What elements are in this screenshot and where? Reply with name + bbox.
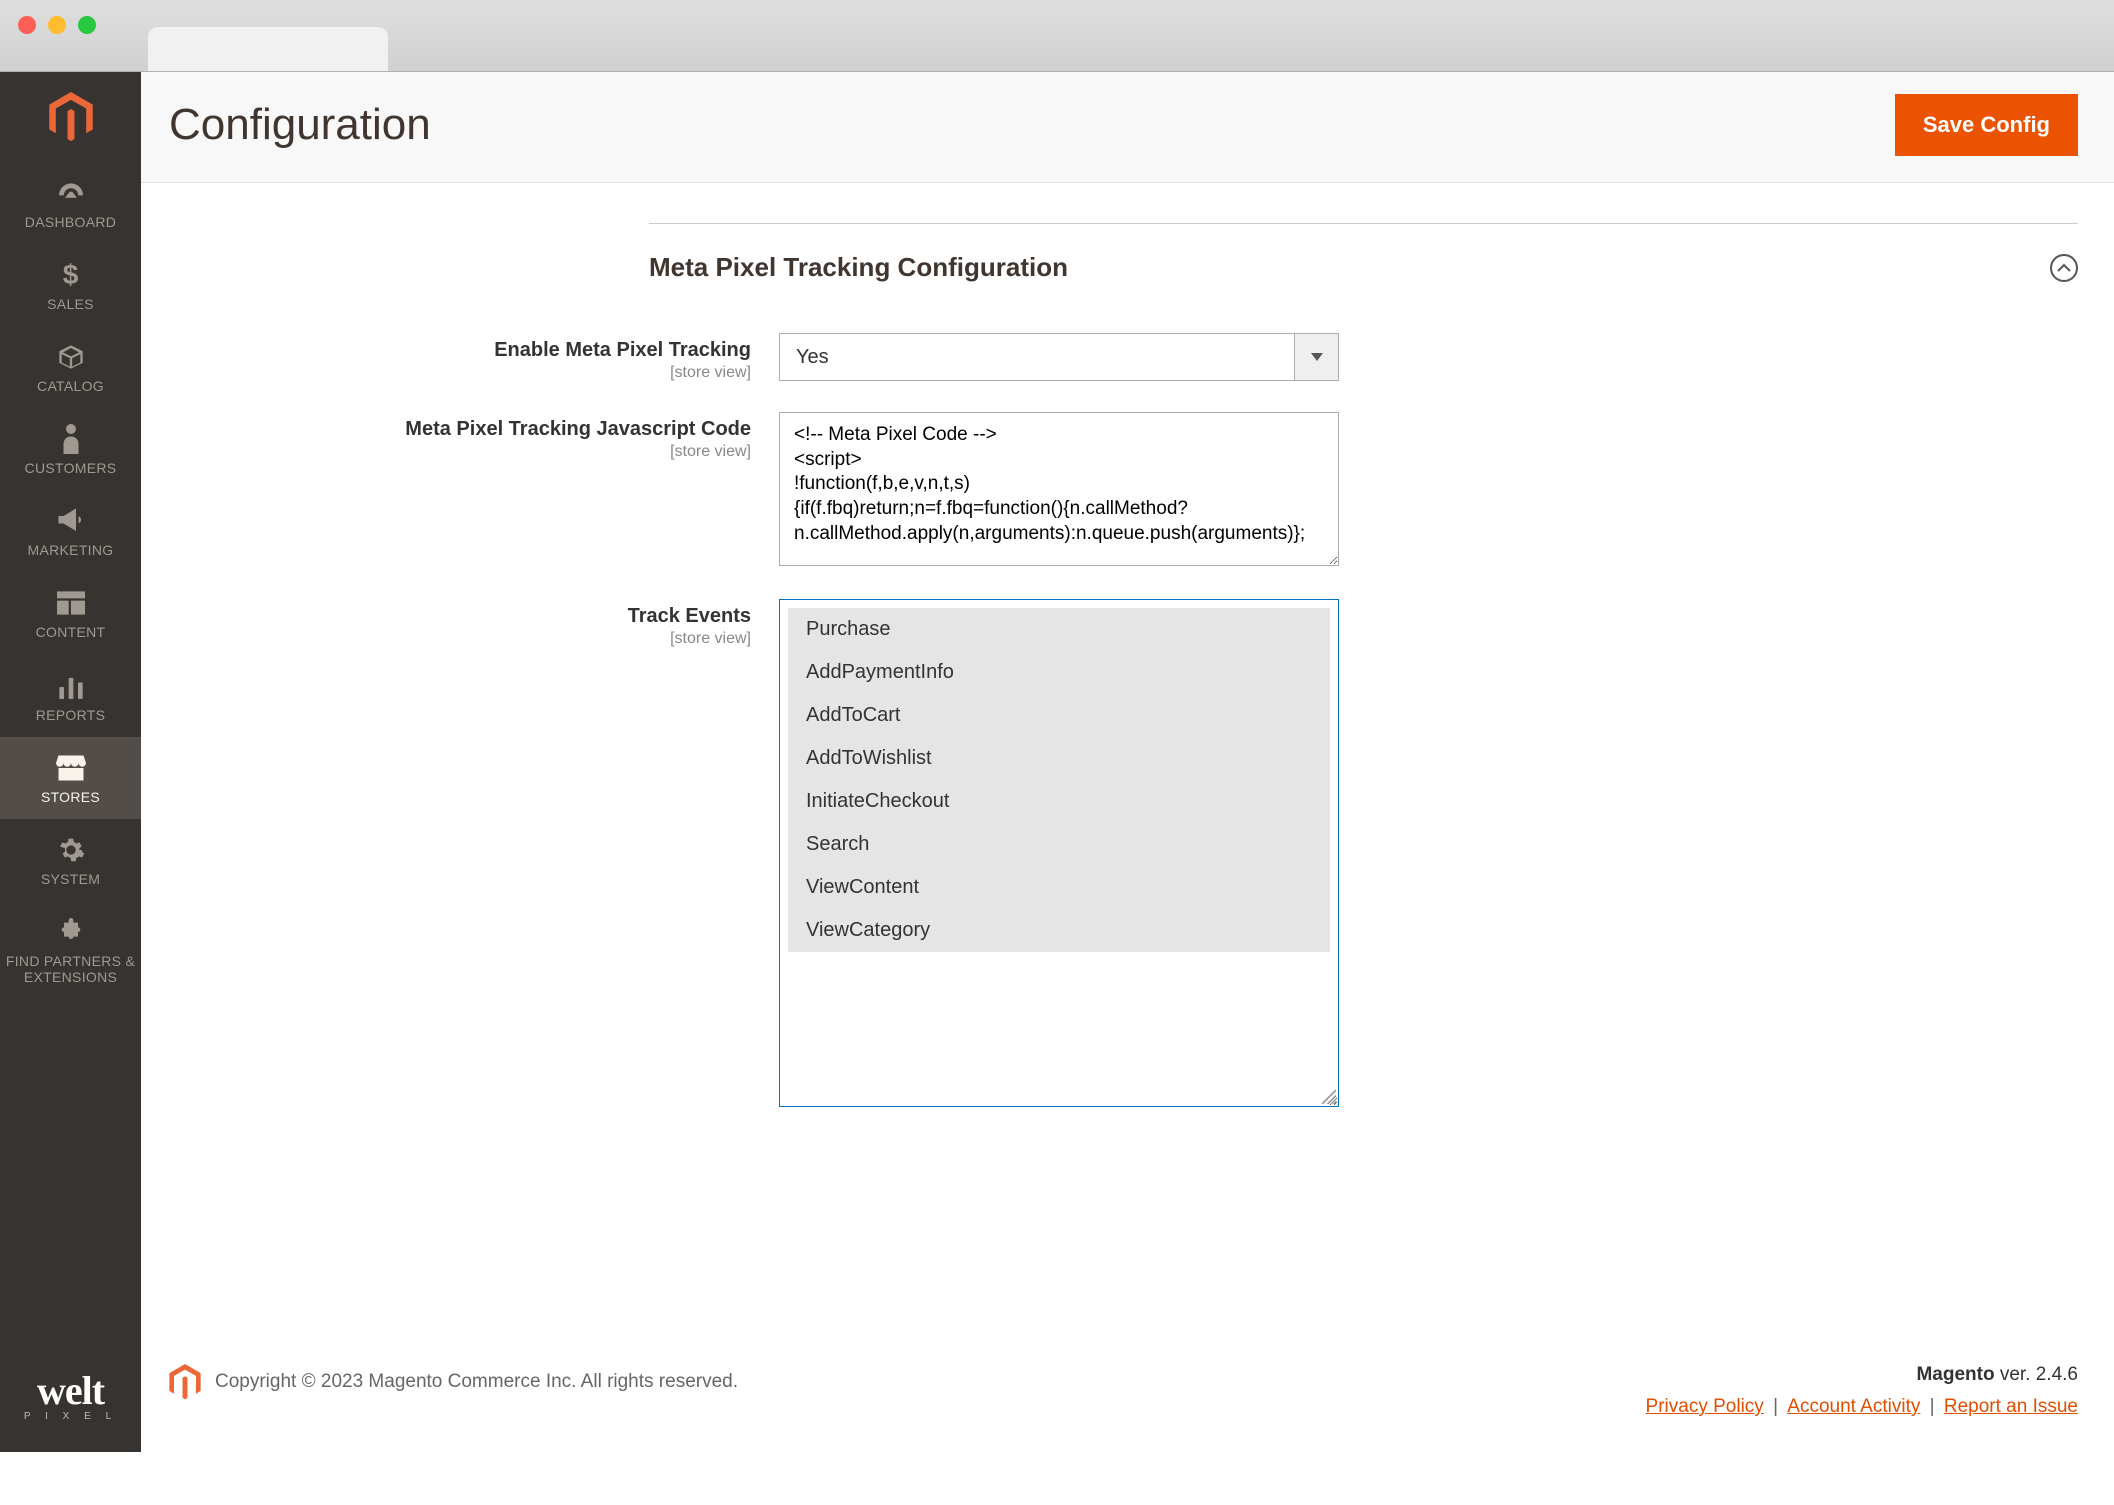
- window-maximize-icon[interactable]: [78, 16, 96, 34]
- main-content: Configuration Save Config Meta Pixel Tra…: [141, 72, 2114, 1452]
- puzzle-icon: [54, 917, 88, 947]
- footer-links: Privacy Policy | Account Activity | Repo…: [1646, 1396, 2078, 1418]
- weltpixel-brand[interactable]: welt P I X E L: [0, 1351, 141, 1452]
- sidebar-item-sales[interactable]: $ SALES: [0, 244, 141, 326]
- track-events-multiselect[interactable]: Purchase AddPaymentInfo AddToCart AddToW…: [779, 599, 1339, 1107]
- scope-hint: [store view]: [169, 364, 751, 382]
- bar-chart-icon: [54, 671, 88, 701]
- gear-icon: [54, 835, 88, 865]
- resize-handle-icon[interactable]: [1322, 1090, 1336, 1104]
- enable-tracking-select[interactable]: Yes: [779, 333, 1339, 381]
- version-text: Magento ver. 2.4.6: [1646, 1364, 2078, 1386]
- sidebar-item-customers[interactable]: CUSTOMERS: [0, 408, 141, 490]
- sidebar-item-stores[interactable]: STORES: [0, 737, 141, 819]
- multiselect-option[interactable]: ViewContent: [788, 866, 1330, 909]
- box-icon: [54, 342, 88, 372]
- magento-footer-logo-icon: [169, 1364, 201, 1400]
- section-header-row: Meta Pixel Tracking Configuration: [649, 223, 2078, 283]
- megaphone-icon: [54, 506, 88, 536]
- person-icon: [54, 424, 88, 454]
- copyright-text: Copyright © 2023 Magento Commerce Inc. A…: [215, 1371, 738, 1393]
- account-activity-link[interactable]: Account Activity: [1787, 1396, 1920, 1417]
- config-form: Meta Pixel Tracking Configuration Enable…: [141, 183, 2114, 1338]
- sidebar-item-label: STORES: [41, 789, 100, 805]
- layout-icon: [54, 588, 88, 618]
- window-close-icon[interactable]: [18, 16, 36, 34]
- multiselect-option[interactable]: AddToWishlist: [788, 737, 1330, 780]
- sidebar-item-label: DASHBOARD: [25, 214, 116, 230]
- magento-logo-icon: [49, 92, 93, 142]
- page-title: Configuration: [169, 100, 431, 150]
- dashboard-icon: [54, 178, 88, 208]
- separator: |: [1773, 1396, 1783, 1417]
- multiselect-option[interactable]: ViewCategory: [788, 909, 1330, 952]
- sidebar-item-system[interactable]: SYSTEM: [0, 819, 141, 901]
- sidebar-item-label: REPORTS: [36, 707, 106, 723]
- report-issue-link[interactable]: Report an Issue: [1944, 1396, 2078, 1417]
- scope-hint: [store view]: [169, 630, 751, 648]
- sidebar-item-label: CUSTOMERS: [25, 460, 117, 476]
- sidebar-item-label: SALES: [47, 296, 94, 312]
- section-title: Meta Pixel Tracking Configuration: [649, 252, 1068, 283]
- sidebar-item-marketing[interactable]: MARKETING: [0, 490, 141, 572]
- field-label: Meta Pixel Tracking Javascript Code: [169, 418, 751, 441]
- weltpixel-logo-text: welt: [10, 1373, 131, 1409]
- save-config-button[interactable]: Save Config: [1895, 94, 2078, 156]
- sidebar-item-label: CATALOG: [37, 378, 104, 394]
- sidebar-item-dashboard[interactable]: DASHBOARD: [0, 162, 141, 244]
- sidebar-item-content[interactable]: CONTENT: [0, 572, 141, 654]
- window-minimize-icon[interactable]: [48, 16, 66, 34]
- select-caret: [1294, 334, 1338, 380]
- field-label: Track Events: [169, 605, 751, 628]
- admin-sidebar: DASHBOARD $ SALES CATALOG CUSTOMERS MARK…: [0, 72, 141, 1452]
- window-controls: [18, 16, 96, 34]
- field-track-events: Track Events [store view] Purchase AddPa…: [169, 599, 2078, 1107]
- dollar-icon: $: [54, 260, 88, 290]
- browser-tab[interactable]: [148, 27, 388, 71]
- privacy-policy-link[interactable]: Privacy Policy: [1646, 1396, 1764, 1417]
- chevron-up-icon: [2057, 263, 2071, 273]
- sidebar-item-label: FIND PARTNERS & EXTENSIONS: [4, 953, 137, 985]
- sidebar-item-label: SYSTEM: [41, 871, 100, 887]
- page-header: Configuration Save Config: [141, 72, 2114, 183]
- admin-footer: Copyright © 2023 Magento Commerce Inc. A…: [141, 1338, 2114, 1452]
- sidebar-item-label: MARKETING: [28, 542, 114, 558]
- collapse-toggle[interactable]: [2050, 254, 2078, 282]
- multiselect-option[interactable]: AddPaymentInfo: [788, 651, 1330, 694]
- version-label: Magento: [1916, 1364, 1994, 1385]
- weltpixel-logo-sub: P I X E L: [10, 1411, 131, 1422]
- multiselect-option[interactable]: Purchase: [788, 608, 1330, 651]
- sidebar-item-label: CONTENT: [36, 624, 106, 640]
- multiselect-option[interactable]: Search: [788, 823, 1330, 866]
- magento-logo[interactable]: [0, 72, 141, 162]
- separator: |: [1930, 1396, 1940, 1417]
- sidebar-item-catalog[interactable]: CATALOG: [0, 326, 141, 408]
- sidebar-item-reports[interactable]: REPORTS: [0, 655, 141, 737]
- sidebar-item-partners[interactable]: FIND PARTNERS & EXTENSIONS: [0, 901, 141, 999]
- multiselect-option[interactable]: AddToCart: [788, 694, 1330, 737]
- field-label: Enable Meta Pixel Tracking: [169, 339, 751, 362]
- scope-hint: [store view]: [169, 443, 751, 461]
- version-value: ver. 2.4.6: [1995, 1364, 2078, 1385]
- caret-down-icon: [1311, 353, 1323, 361]
- field-enable-tracking: Enable Meta Pixel Tracking [store view] …: [169, 333, 2078, 382]
- store-icon: [54, 753, 88, 783]
- js-code-textarea[interactable]: [779, 412, 1339, 566]
- multiselect-option[interactable]: InitiateCheckout: [788, 780, 1330, 823]
- browser-chrome: [0, 0, 2114, 72]
- select-value: Yes: [780, 334, 1294, 380]
- field-js-code: Meta Pixel Tracking Javascript Code [sto…: [169, 412, 2078, 569]
